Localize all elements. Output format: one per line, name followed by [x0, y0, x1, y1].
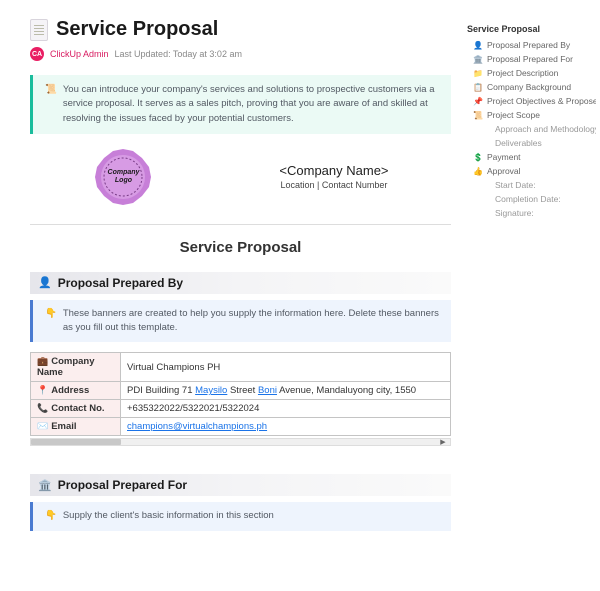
- banner-text: These banners are created to help you su…: [63, 307, 439, 336]
- outline-item[interactable]: Signature:: [467, 206, 596, 220]
- outline-item[interactable]: Deliverables: [467, 136, 596, 150]
- nav-item-icon: 💲: [473, 153, 483, 162]
- contact-cell[interactable]: +635322022/5322021/5322024: [121, 400, 451, 418]
- nav-item-label: Company Background: [487, 82, 571, 92]
- author-avatar[interactable]: CA: [30, 47, 44, 61]
- author-name[interactable]: ClickUp Admin: [50, 49, 109, 59]
- outline-item[interactable]: 📁 Project Description: [467, 66, 596, 80]
- section-title: Proposal Prepared For: [58, 478, 187, 492]
- section-prepared-for: 🏛️ Proposal Prepared For: [30, 474, 451, 496]
- outline-item[interactable]: 💲 Payment: [467, 150, 596, 164]
- email-cell[interactable]: champions@virtualchampions.ph: [121, 418, 451, 436]
- nav-item-label: Approval: [487, 166, 521, 176]
- outline-item[interactable]: 📜 Project Scope: [467, 108, 596, 122]
- document-title: Service Proposal: [30, 239, 451, 256]
- point-down-icon: 👇: [45, 509, 57, 523]
- nav-item-icon: 👍: [473, 167, 483, 176]
- help-banner-1: 👇 These banners are created to help you …: [30, 300, 451, 343]
- nav-item-label: Project Description: [487, 68, 558, 78]
- outline-title[interactable]: Service Proposal: [467, 24, 596, 34]
- person-icon: 👤: [38, 276, 52, 289]
- email-link[interactable]: champions@virtualchampions.ph: [127, 421, 267, 432]
- company-name-placeholder[interactable]: <Company Name>: [279, 163, 388, 178]
- outline-item[interactable]: Completion Date:: [467, 192, 596, 206]
- last-updated: Last Updated: Today at 3:02 am: [115, 49, 242, 59]
- pin-icon: 📍: [37, 385, 48, 395]
- nav-item-icon: 🏛️: [473, 55, 483, 64]
- nav-item-label: Deliverables: [495, 138, 542, 148]
- banner-text: Supply the client's basic information in…: [63, 509, 274, 523]
- nav-item-icon: 📌: [473, 97, 483, 106]
- company-location-placeholder[interactable]: Location | Contact Number: [279, 180, 388, 190]
- scroll-icon: 📜: [45, 83, 57, 126]
- nav-item-label: Start Date:: [495, 180, 536, 190]
- intro-banner: 📜 You can introduce your company's servi…: [30, 75, 451, 134]
- nav-item-label: Completion Date:: [495, 194, 561, 204]
- company-info-table: 💼Company Name Virtual Champions PH 📍Addr…: [30, 352, 451, 436]
- scroll-right-arrow[interactable]: ▶: [438, 439, 448, 445]
- table-row: 💼Company Name Virtual Champions PH: [31, 353, 451, 382]
- nav-item-icon: 📁: [473, 69, 483, 78]
- table-row: 📍Address PDI Building 71 Maysilo Street …: [31, 382, 451, 400]
- phone-icon: 📞: [37, 403, 48, 413]
- outline-item[interactable]: 📌 Project Objectives & Proposed Ser...: [467, 94, 596, 108]
- address-cell[interactable]: PDI Building 71 Maysilo Street Boni Aven…: [121, 382, 451, 400]
- section-prepared-by: 👤 Proposal Prepared By: [30, 272, 451, 294]
- building-icon: 🏛️: [38, 479, 52, 492]
- nav-item-icon: 📋: [473, 83, 483, 92]
- nav-item-label: Payment: [487, 152, 521, 162]
- nav-item-label: Proposal Prepared By: [487, 40, 570, 50]
- point-down-icon: 👇: [45, 307, 57, 336]
- nav-item-label: Project Objectives & Proposed Ser...: [487, 96, 596, 106]
- nav-item-label: Signature:: [495, 208, 534, 218]
- outline-item[interactable]: 👍 Approval: [467, 164, 596, 178]
- outline-item[interactable]: 📋 Company Background: [467, 80, 596, 94]
- company-logo: Company Logo: [92, 146, 154, 208]
- outline-item[interactable]: Approach and Methodology: [467, 122, 596, 136]
- briefcase-icon: 💼: [37, 356, 48, 366]
- nav-item-label: Project Scope: [487, 110, 540, 120]
- scroll-thumb[interactable]: [31, 439, 121, 445]
- help-banner-2: 👇 Supply the client's basic information …: [30, 502, 451, 530]
- divider: [30, 224, 451, 225]
- company-name-cell[interactable]: Virtual Champions PH: [121, 353, 451, 382]
- section-title: Proposal Prepared By: [58, 276, 183, 290]
- outline-item[interactable]: Start Date:: [467, 178, 596, 192]
- outline-item[interactable]: 👤 Proposal Prepared By: [467, 38, 596, 52]
- nav-item-icon: 📜: [473, 111, 483, 120]
- nav-item-label: Approach and Methodology: [495, 124, 596, 134]
- outline-item[interactable]: 🏛️ Proposal Prepared For: [467, 52, 596, 66]
- intro-text: You can introduce your company's service…: [63, 83, 439, 126]
- table-row: 📞Contact No. +635322022/5322021/5322024: [31, 400, 451, 418]
- outline-sidebar: Service Proposal 👤 Proposal Prepared By 🏛️…: [465, 0, 600, 531]
- envelope-icon: ✉️: [37, 421, 48, 431]
- horizontal-scrollbar[interactable]: ▶: [30, 438, 451, 446]
- nav-item-icon: 👤: [473, 41, 483, 50]
- page-title: Service Proposal: [56, 18, 218, 41]
- table-row: ✉️Email champions@virtualchampions.ph: [31, 418, 451, 436]
- doc-type-icon: [30, 19, 48, 41]
- nav-item-label: Proposal Prepared For: [487, 54, 573, 64]
